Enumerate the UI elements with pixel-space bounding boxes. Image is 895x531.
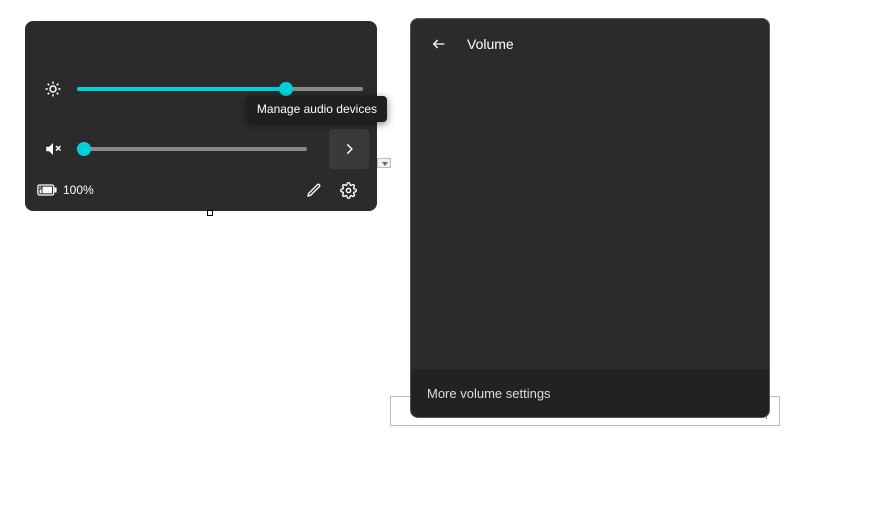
battery-icon <box>37 184 57 196</box>
chevron-right-icon <box>342 142 356 156</box>
pencil-icon <box>306 182 322 198</box>
battery-label: 100% <box>63 183 94 197</box>
resize-handle-icon <box>207 210 213 216</box>
volume-mute-icon[interactable] <box>33 129 73 169</box>
volume-panel: Volume More volume settings <box>410 18 770 418</box>
settings-button[interactable] <box>331 173 365 207</box>
volume-slider[interactable] <box>77 147 307 151</box>
quick-settings-footer: 100% <box>25 169 377 211</box>
gear-icon <box>340 182 357 199</box>
more-volume-settings-link[interactable]: More volume settings <box>411 369 769 417</box>
expand-audio-button[interactable] <box>329 129 369 169</box>
brightness-icon <box>33 69 73 109</box>
back-button[interactable] <box>425 30 453 58</box>
volume-panel-body <box>411 69 769 369</box>
volume-panel-header: Volume <box>411 19 769 69</box>
volume-row <box>25 129 377 169</box>
edit-quick-settings-button[interactable] <box>297 173 331 207</box>
arrow-left-icon <box>431 36 447 52</box>
quick-settings-panel: Manage audio devices <box>25 21 377 211</box>
manage-audio-tooltip: Manage audio devices <box>247 96 387 122</box>
volume-panel-title: Volume <box>467 36 514 52</box>
scrollbar-fragment[interactable] <box>377 158 391 168</box>
battery-status[interactable]: 100% <box>37 183 94 197</box>
brightness-slider[interactable] <box>77 87 363 91</box>
more-volume-settings-label: More volume settings <box>427 386 551 401</box>
